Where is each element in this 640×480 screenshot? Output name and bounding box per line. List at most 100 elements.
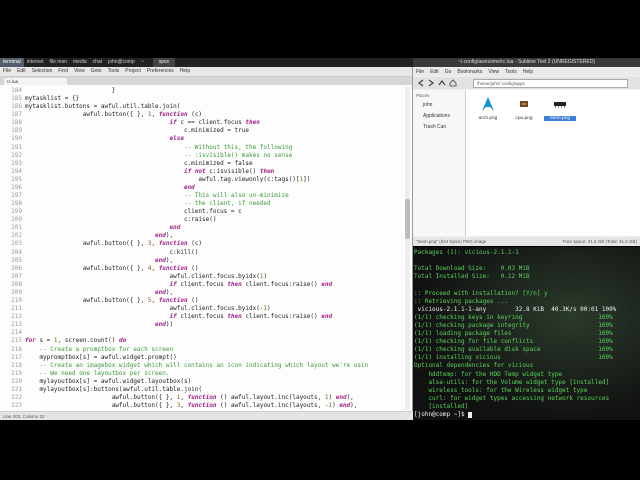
- line-number-gutter: 184 185 186 187 188 189 190 191 192 193 194 195 196 1…: [0, 87, 22, 410]
- tasklist-item-active[interactable]: spss: [152, 58, 176, 67]
- fm-menu-edit[interactable]: Edit: [427, 69, 442, 75]
- terminal-line: Total Installed Size: 0.12 MiB: [414, 273, 530, 281]
- code-line: awful.button({ }, 3, function () awful.l…: [25, 402, 358, 410]
- terminal-line: (1/1) loading package files 100%: [414, 330, 613, 337]
- terminal-line: [installed]: [414, 402, 469, 410]
- tag-file-man[interactable]: file man: [46, 58, 70, 67]
- line-number: 185: [11, 95, 22, 103]
- terminal-line: wireless_tools: for the Wireless widget …: [414, 386, 588, 394]
- fm-menu-view[interactable]: View: [485, 69, 502, 75]
- fm-menu-file[interactable]: File: [413, 69, 427, 75]
- fm-menu-tools[interactable]: Tools: [502, 69, 520, 75]
- line-number: 201: [11, 224, 22, 232]
- code-editor[interactable]: } mytasklist = {} mytasklist.buttons = awf…: [25, 87, 405, 410]
- fm-menu-go[interactable]: Go: [442, 69, 455, 75]
- code-line: awful.button({ }, 1, function () awful.l…: [25, 393, 354, 401]
- tag-terminal[interactable]: terminal: [0, 58, 24, 67]
- terminal-line: (1/1) checking for file conflicts 100%: [414, 338, 613, 346]
- place-home[interactable]: john: [413, 100, 465, 111]
- terminal-line: (1/1) installing vicious 100%: [414, 354, 613, 362]
- line-number: 196: [11, 183, 22, 191]
- tag-media[interactable]: media: [70, 58, 90, 67]
- line-number: 207: [11, 272, 22, 280]
- code-line: end),: [155, 232, 174, 240]
- code-line: c.minimized = true: [25, 127, 249, 135]
- file-item[interactable]: arch.png: [472, 96, 504, 121]
- terminal-window[interactable]: Packages (1): vicious-2.1.1-1 Total Downl…: [413, 247, 640, 420]
- terminal-line: :: Proceed with installation? [Y/n] y: [414, 289, 548, 297]
- selection-info: "mem.png" (944 bytes) PNG image: [416, 239, 487, 244]
- menu-preferences[interactable]: Preferences: [144, 68, 177, 74]
- up-icon[interactable]: [438, 79, 446, 87]
- menu-goto[interactable]: Goto: [88, 68, 105, 74]
- arch-logo-icon: [482, 97, 494, 111]
- place-trash[interactable]: Trash Can: [413, 122, 465, 133]
- line-number: 184: [11, 87, 22, 94]
- back-icon[interactable]: [417, 79, 425, 87]
- terminal-line: hddtemp: for the HDD Temp widget type: [414, 370, 563, 378]
- code-line: c.minimized = false: [25, 159, 253, 167]
- cpu-icon: [520, 101, 528, 107]
- location-bar[interactable]: /home/john/.config/apps: [473, 79, 628, 88]
- terminal-line: (1/1) checking package integrity 100%: [414, 321, 613, 329]
- file-item-selected[interactable]: mem.png: [544, 96, 576, 121]
- home-icon[interactable]: [449, 79, 457, 87]
- menu-view[interactable]: View: [71, 68, 88, 74]
- code-line: awful.tag.viewonly(c:tags()[1]): [25, 175, 311, 183]
- menu-selection[interactable]: Selection: [29, 68, 56, 74]
- terminal-line: curl: for widget types accessing network…: [414, 394, 610, 402]
- menu-find[interactable]: Find: [55, 68, 71, 74]
- code-line: -- the client, if needed: [183, 200, 271, 208]
- code-line: c:kill(): [25, 248, 199, 256]
- terminal-line: (1/1) checking keys in keyring 100%: [414, 313, 613, 321]
- code-line: if client.focus then client.focus:raise(…: [169, 280, 333, 288]
- window-title: ~/.config/awesome/rc.lua - Sublime Text …: [413, 58, 640, 67]
- line-number: 195: [11, 175, 22, 183]
- scrollbar-thumb[interactable]: [405, 199, 410, 239]
- places-sidebar: Places john Applications Trash Can: [413, 90, 466, 236]
- code-line: mytasklist.buttons = awful.util.table.jo…: [25, 103, 181, 111]
- code-line: -- Create an imagebox widget which will …: [39, 361, 369, 369]
- code-line: awful.button({ }, 1, function (c): [25, 111, 203, 119]
- menu-edit[interactable]: Edit: [14, 68, 29, 74]
- menu-file[interactable]: File: [0, 68, 14, 74]
- menu-project[interactable]: Project: [122, 68, 144, 74]
- tag-extra[interactable]: ~: [138, 58, 147, 67]
- fm-menu-bookmarks[interactable]: Bookmarks: [454, 69, 485, 75]
- code-line: -- Create a promptbox for each screen: [39, 345, 174, 353]
- code-line: mytasklist = {}: [25, 95, 80, 103]
- menu-tools[interactable]: Tools: [105, 68, 123, 74]
- terminal-line: [john@comp ~]$: [414, 411, 473, 419]
- forward-icon[interactable]: [427, 79, 435, 87]
- fm-menu-help[interactable]: Help: [520, 69, 536, 75]
- terminal-line: vicious-2.1.1-1-any 32.8 KiB 40.3K/s 00:…: [414, 305, 617, 313]
- line-number: 211: [11, 305, 22, 313]
- memory-icon: [554, 102, 566, 108]
- code-line: mylayoutbox[s] = awful.widget.layoutbox(…: [25, 377, 192, 385]
- tag-internet[interactable]: internet: [24, 58, 47, 67]
- line-number: 210: [11, 297, 22, 305]
- file-view: arch.png cpu.png mem.png: [466, 90, 640, 236]
- line-number: 209: [11, 288, 22, 296]
- place-applications[interactable]: Applications: [413, 111, 465, 122]
- prompt-label: john@comp: [108, 59, 135, 65]
- code-line: for s = 1, screen.count() do: [25, 337, 127, 345]
- line-number: 212: [11, 313, 22, 321]
- line-number: 188: [11, 119, 22, 127]
- line-number: 202: [11, 232, 22, 240]
- line-number: 191: [11, 143, 22, 151]
- menu-help[interactable]: Help: [177, 68, 193, 74]
- editor-scrollbar[interactable]: [405, 87, 410, 410]
- tag-chat[interactable]: chat: [90, 58, 105, 67]
- line-number: 190: [11, 135, 22, 143]
- code-line: ​: [25, 329, 405, 337]
- line-number: 186: [11, 103, 22, 111]
- code-line: -- :isvisible() makes no sense: [183, 151, 293, 159]
- line-number: 204: [11, 248, 22, 256]
- tab-rc-lua[interactable]: rc.lua: [4, 78, 67, 85]
- file-item[interactable]: cpu.png: [508, 96, 540, 121]
- file-manager-toolbar: /home/john/.config/apps: [413, 77, 640, 89]
- line-number: 187: [11, 111, 22, 119]
- code-line: end),: [155, 256, 174, 264]
- free-space: Free space: 31.6 GB (Total: 31.6 GB): [562, 239, 637, 244]
